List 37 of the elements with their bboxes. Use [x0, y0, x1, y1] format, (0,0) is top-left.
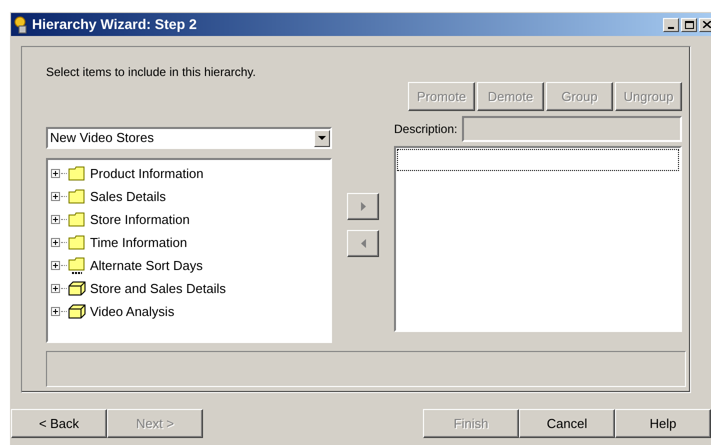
key-icon [13, 16, 29, 34]
folder-icon [68, 212, 86, 227]
maximize-icon[interactable] [681, 18, 697, 32]
expand-icon[interactable] [51, 307, 60, 316]
close-icon[interactable] [699, 18, 711, 32]
expand-icon[interactable] [51, 215, 60, 224]
cube-icon [68, 281, 86, 296]
expand-icon[interactable] [51, 284, 60, 293]
tree-item[interactable]: Store Information [90, 210, 190, 230]
instruction-text: Select items to include in this hierarchy. [46, 64, 257, 81]
tree-item[interactable]: Time Information [90, 232, 188, 252]
description-label: Description: [394, 121, 458, 138]
wizard-button[interactable]: Help [615, 409, 711, 438]
minimize-icon[interactable] [663, 18, 679, 32]
tree-item[interactable]: Alternate Sort Days [90, 256, 203, 276]
window-title: Hierarchy Wizard: Step 2 [32, 15, 197, 34]
folder-icon [68, 235, 86, 250]
tree-item[interactable]: Store and Sales Details [90, 278, 226, 298]
wizard-button[interactable]: Cancel [519, 409, 615, 438]
source-dropdown[interactable]: New Video Stores [46, 127, 332, 149]
expand-icon[interactable] [51, 192, 60, 201]
description-field[interactable] [462, 116, 682, 142]
expand-icon[interactable] [51, 238, 60, 247]
tree-item[interactable]: Video Analysis [90, 302, 174, 322]
left-triangle-icon [360, 239, 366, 248]
expand-icon[interactable] [51, 261, 60, 270]
folder-icon [68, 189, 86, 204]
wizard-button[interactable]: < Back [11, 409, 107, 438]
expand-icon[interactable] [51, 169, 60, 178]
right-triangle-icon [360, 202, 366, 211]
cube-icon [68, 304, 86, 319]
folder-icon [68, 166, 86, 181]
hierarchy-list[interactable] [394, 146, 682, 332]
sql-folder-icon [68, 257, 86, 274]
focus-row[interactable] [397, 149, 679, 171]
tree-item[interactable]: Product Information [90, 164, 204, 184]
tree-item[interactable]: Sales Details [90, 186, 166, 206]
